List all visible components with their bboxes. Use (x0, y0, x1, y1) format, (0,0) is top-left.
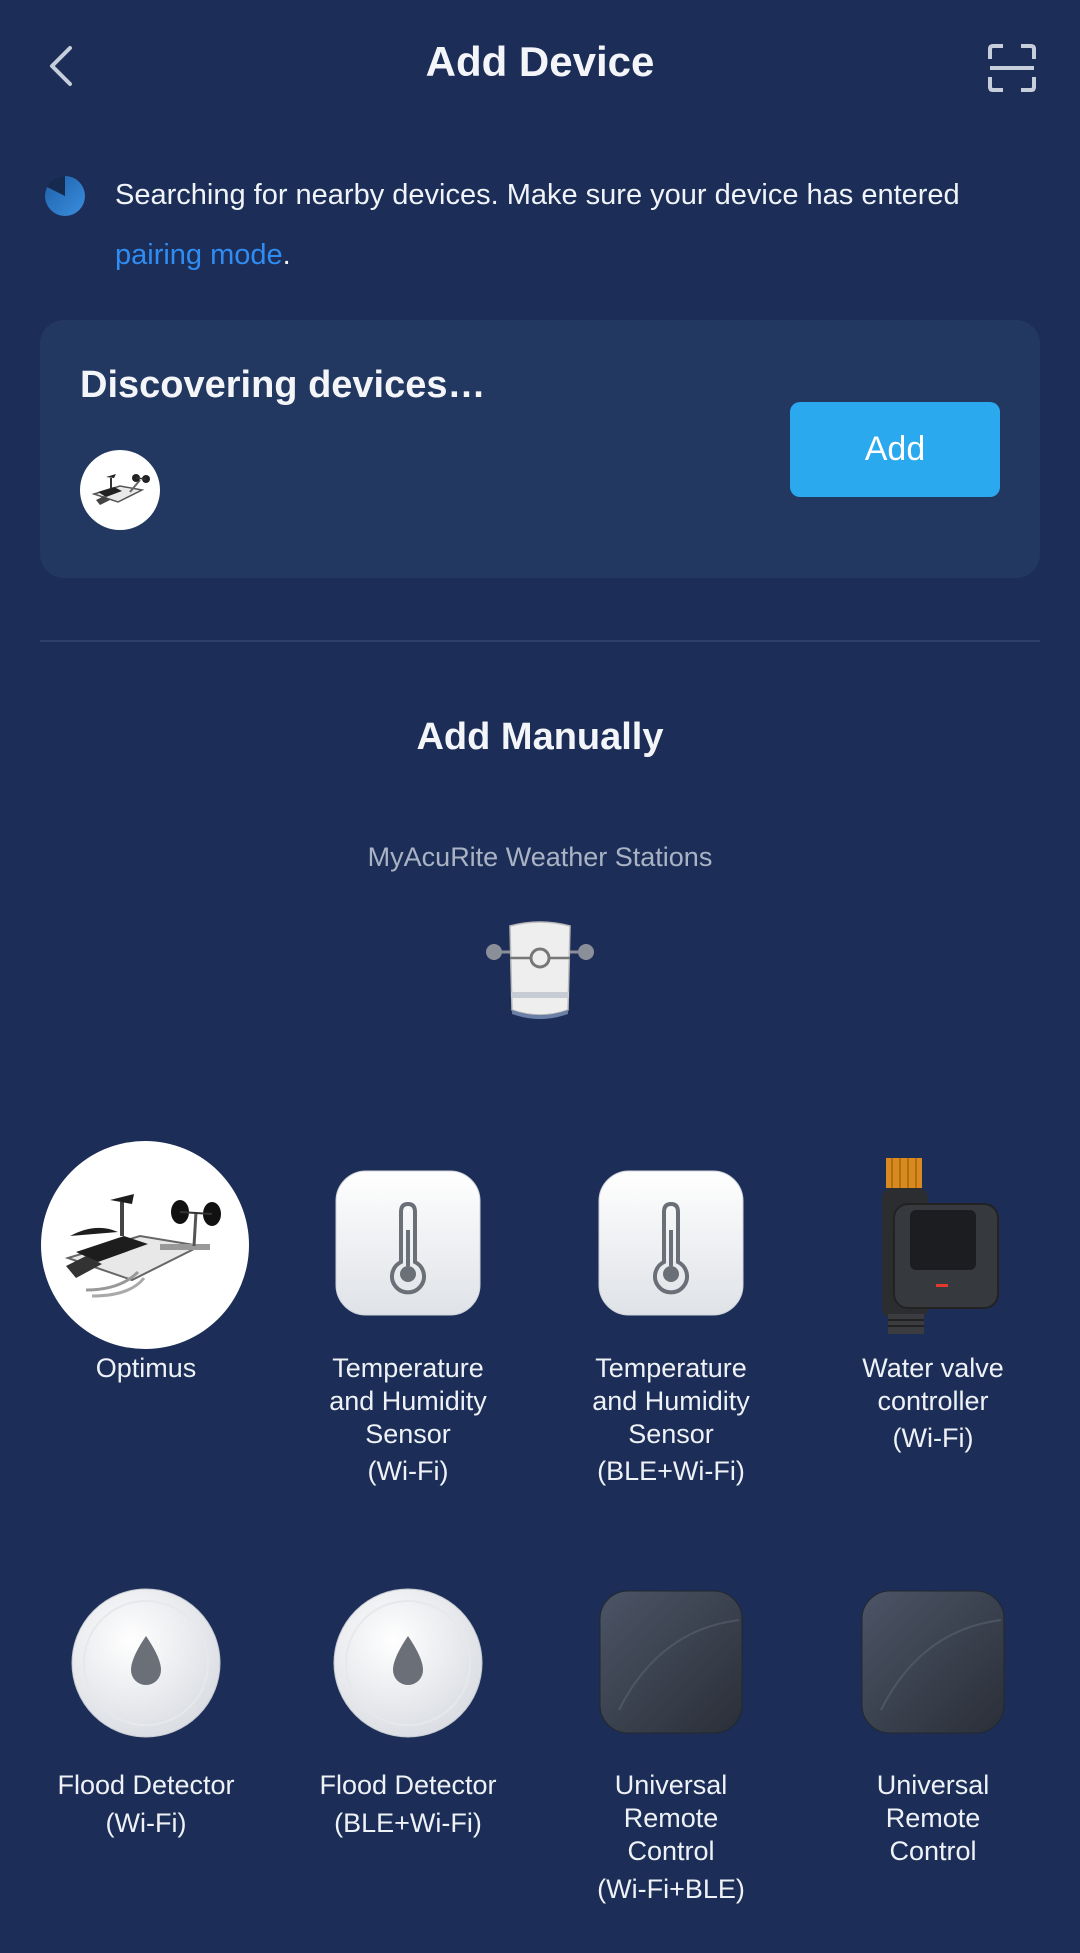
scan-frame-icon (988, 44, 1036, 92)
device-label: Optimus (95, 1353, 197, 1383)
device-label: Temperature and Humidity Sensor (329, 1353, 487, 1449)
device-image (333, 1588, 483, 1738)
search-message: Searching for nearby devices. Make sure … (115, 165, 1050, 285)
device-sub-label: (Wi-Fi) (367, 1456, 449, 1486)
device-label: Temperature and Humidity Sensor (592, 1353, 750, 1449)
device-image (40, 1140, 250, 1350)
divider (40, 640, 1040, 642)
device-label: Flood Detector (57, 1770, 235, 1800)
add-button[interactable]: Add (790, 402, 1000, 497)
search-message-suffix: . (282, 239, 291, 271)
device-label: Water valve controller (862, 1353, 1004, 1416)
scan-button[interactable] (980, 36, 1044, 100)
discovering-title: Discovering devices… (80, 364, 486, 406)
device-label: Universal Remote Control (876, 1770, 990, 1866)
page-title: Add Device (425, 38, 655, 85)
device-sub-label: (BLE+Wi-Fi) (334, 1808, 482, 1838)
water-valve-icon (882, 1158, 999, 1334)
weather-hub-icon (486, 921, 594, 1019)
device-image (861, 1590, 1005, 1734)
header: Add Device (0, 0, 1080, 135)
device-sub-label: (Wi-Fi) (105, 1808, 187, 1838)
water-drop-icon (71, 1588, 221, 1738)
remote-control-icon (599, 1590, 743, 1734)
device-label: Universal Remote Control (614, 1770, 728, 1866)
device-image (880, 1158, 1000, 1334)
device-image (335, 1170, 481, 1316)
add-manually-title: Add Manually (416, 716, 664, 758)
weather-station-icon (91, 474, 150, 505)
search-message-text: Searching for nearby devices. Make sure … (115, 179, 960, 211)
device-sub-label: (Wi-Fi+BLE) (597, 1874, 745, 1904)
device-image (599, 1590, 743, 1734)
optimus-weather-station-icon (41, 1141, 249, 1349)
thermometer-icon (598, 1170, 744, 1316)
weather-hub-category-icon[interactable] (484, 918, 596, 1022)
category-title: MyAcuRite Weather Stations (367, 842, 713, 872)
device-label: Flood Detector (319, 1770, 497, 1800)
remote-control-icon (861, 1590, 1005, 1734)
pairing-mode-link[interactable]: pairing mode (115, 239, 283, 271)
device-image (71, 1588, 221, 1738)
device-sub-label: (BLE+Wi-Fi) (597, 1456, 745, 1486)
water-drop-icon (333, 1588, 483, 1738)
discovered-device-thumbnail[interactable] (80, 450, 160, 530)
device-image (598, 1170, 744, 1316)
thermometer-icon (335, 1170, 481, 1316)
loading-spinner-icon (45, 175, 85, 216)
discovering-card: Discovering devices… Add (40, 320, 1040, 578)
device-sub-label: (Wi-Fi) (892, 1423, 974, 1453)
